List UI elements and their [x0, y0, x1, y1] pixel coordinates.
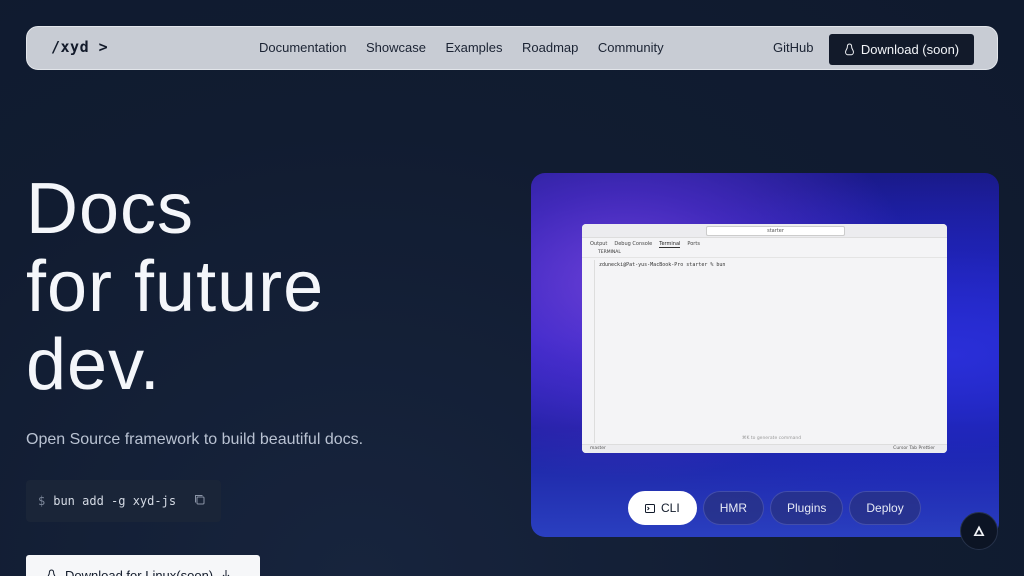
editor-titlebar: starter [582, 224, 947, 238]
download-linux-button[interactable]: Download for Linux(soon) [26, 555, 260, 576]
terminal-header: TERMINAL [582, 250, 947, 258]
product-preview-card: starter Output Debug Console Terminal Po… [531, 173, 999, 537]
install-command-box: $ bun add -g xyd-js [26, 480, 221, 522]
download-soon-label: Download (soon) [860, 42, 960, 57]
feature-tab-deploy[interactable]: Deploy [849, 491, 921, 525]
nav-link-roadmap[interactable]: Roadmap [522, 40, 578, 55]
install-command[interactable]: bun add -g xyd-js [53, 494, 176, 508]
nav-link-showcase[interactable]: Showcase [366, 40, 426, 55]
nav-link-examples[interactable]: Examples [445, 40, 502, 55]
terminal-line: zdunecki@Pat-yus-MacBook-Pro starter % b… [599, 262, 726, 268]
top-navbar: /xyd > Documentation Showcase Examples R… [26, 26, 998, 70]
feature-tab-plugins[interactable]: Plugins [770, 491, 844, 525]
panel-tab-debug-console: Debug Console [614, 241, 653, 247]
feature-tab-cli[interactable]: CLI [628, 491, 697, 525]
floating-action-button[interactable] [960, 512, 998, 550]
feature-tab-hmr[interactable]: HMR [702, 491, 765, 525]
command-prompt: $ [38, 494, 46, 508]
feature-tab-plugins-label: Plugins [787, 501, 827, 515]
feature-tabs: CLI HMR Plugins Deploy [628, 491, 921, 525]
logo[interactable]: /xyd > [51, 38, 108, 56]
feature-tab-cli-label: CLI [661, 501, 680, 515]
download-arrow-icon [222, 570, 230, 576]
copy-icon[interactable] [193, 493, 207, 507]
terminal-icon [645, 503, 655, 513]
nav-link-documentation[interactable]: Documentation [259, 40, 346, 55]
panel-tab-ports: Ports [687, 241, 700, 247]
panel-tab-output: Output [590, 241, 608, 247]
triangle-logo-icon [973, 525, 985, 536]
editor-panel-tabs: Output Debug Console Terminal Ports [582, 238, 947, 250]
hero-title: Docs for future dev. [26, 170, 324, 404]
panel-tab-terminal: Terminal [659, 240, 681, 248]
status-right: Cursor Tab Prettier [893, 446, 935, 451]
feature-tab-deploy-label: Deploy [866, 501, 904, 515]
linux-penguin-icon [844, 43, 854, 56]
terminal-area: zdunecki@Pat-yus-MacBook-Pro starter % b… [594, 260, 947, 443]
hero-title-line-1: Docs [26, 169, 195, 249]
download-linux-label: Download for Linux(soon) [65, 567, 214, 576]
hero-title-line-3: dev. [26, 325, 161, 405]
editor-search: starter [706, 226, 845, 236]
nav-links: Documentation Showcase Examples Roadmap … [259, 40, 683, 55]
status-branch: master [590, 446, 606, 451]
terminal-hint: ⌘K to generate command [742, 436, 802, 441]
nav-link-community[interactable]: Community [598, 40, 664, 55]
download-soon-button[interactable]: Download (soon) [829, 34, 974, 65]
hero-subtitle: Open Source framework to build beautiful… [26, 431, 364, 448]
linux-penguin-icon [47, 568, 56, 576]
editor-screenshot: starter Output Debug Console Terminal Po… [582, 224, 947, 453]
hero-title-line-2: for future [26, 247, 325, 327]
github-link[interactable]: GitHub [773, 40, 813, 55]
feature-tab-hmr-label: HMR [719, 501, 748, 515]
editor-statusbar: master Cursor Tab Prettier [582, 444, 947, 453]
